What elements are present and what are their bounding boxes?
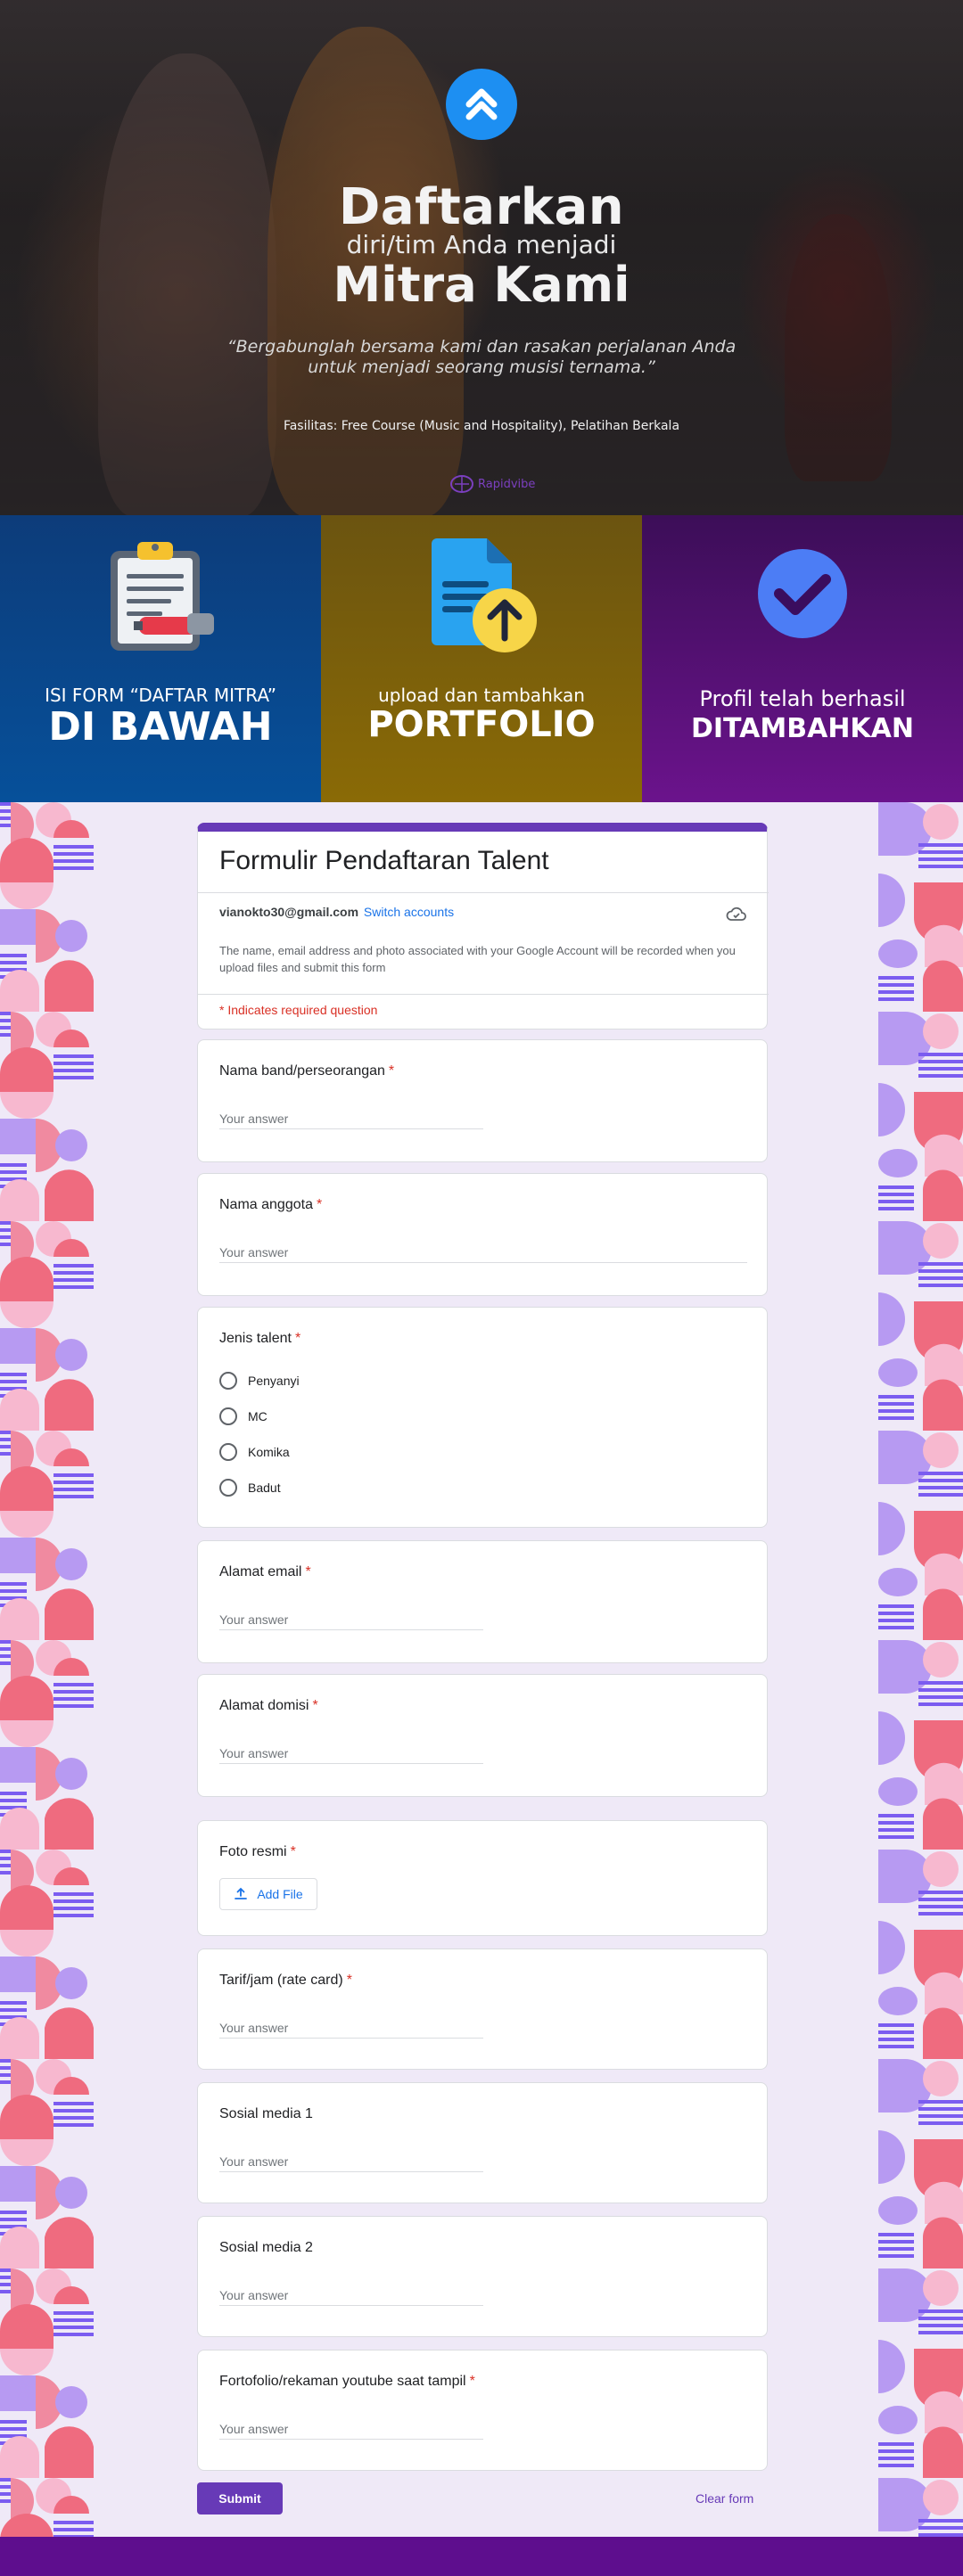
answer-input[interactable]: Your answer [219,1746,483,1764]
radio-option[interactable]: Penyanyi [219,1372,300,1390]
switch-accounts-link[interactable]: Switch accounts [364,905,454,919]
step3-text: Profil telah berhasil [699,686,906,711]
step-fill-form: ISI FORM “DAFTAR MITRA” DI BAWAH [0,515,321,802]
cloud-done-icon [726,907,746,921]
question-card: Fortofolio/rekaman youtube saat tampil * … [197,2350,768,2471]
form-header-card: Formulir Pendaftaran Talent vianokto30@g… [197,823,769,1030]
decorative-pattern-right [878,802,963,2537]
question-label: Nama anggota * [219,1197,323,1212]
radio-option[interactable]: MC [219,1407,268,1425]
answer-input[interactable]: Your answer [219,1112,483,1129]
question-card: Sosial media 1 Your answer [197,2082,768,2203]
radio-button[interactable] [219,1443,237,1461]
watermark-text: Rapidvibe [478,477,536,491]
account-notice: The name, email address and photo associ… [219,944,736,974]
hero-facilities: Fasilitas: Free Course (Music and Hospit… [283,419,680,433]
question-card: Tarif/jam (rate card) * Your answer [197,1948,768,2070]
question-label: Foto resmi * [219,1844,296,1859]
question-label: Sosial media 1 [219,2106,313,2121]
answer-input[interactable]: Your answer [219,1245,747,1263]
add-file-label: Add File [257,1887,303,1901]
account-email: vianokto30@gmail.com [219,905,359,919]
steps-banner: ISI FORM “DAFTAR MITRA” DI BAWAH upload … [0,515,963,802]
question-card: Nama anggota * Your answer [197,1173,768,1296]
step2-heading: PORTFOLIO [367,704,596,745]
step-profile-added: Profil telah berhasil DITAMBAHKAN [642,515,963,802]
check-circle-icon [758,549,847,638]
question-label: Fortofolio/rekaman youtube saat tampil * [219,2374,475,2389]
radio-button[interactable] [219,1372,237,1390]
question-label: Tarif/jam (rate card) * [219,1973,352,1988]
upload-icon [235,1887,248,1899]
question-card: Alamat email * Your answer [197,1540,768,1663]
question-card: Nama band/perseorangan * Your answer [197,1039,768,1162]
step3-heading: DITAMBAHKAN [690,713,915,744]
footer-bar [0,2537,963,2576]
answer-input[interactable]: Your answer [219,2021,483,2039]
answer-input[interactable]: Your answer [219,2288,483,2306]
notice-divider [198,994,769,995]
add-file-button[interactable]: Add File [219,1878,317,1910]
required-note: * Indicates required question [219,1003,378,1017]
question-card: Sosial media 2 Your answer [197,2216,768,2337]
submit-button[interactable]: Submit [197,2482,283,2514]
radio-label: Badut [248,1481,281,1495]
file-upload-icon [432,538,537,652]
radio-button[interactable] [219,1407,237,1425]
question-card: Jenis talent * Penyanyi MC Komika Badut [197,1307,768,1528]
brand-logo-icon [446,69,517,140]
question-card: Foto resmi * Add File [197,1820,768,1936]
step1-text: ISI FORM “DAFTAR MITRA” [45,685,276,706]
hero-banner: Daftarkan diri/tim Anda menjadi Mitra Ka… [0,0,963,515]
step-upload-portfolio: upload dan tambahkan PORTFOLIO [321,515,642,802]
answer-input[interactable]: Your answer [219,2422,483,2440]
question-label: Sosial media 2 [219,2240,313,2255]
radio-button[interactable] [219,1479,237,1497]
question-label: Alamat domisi * [219,1698,318,1713]
clipboard-icon [111,542,214,651]
radio-label: MC [248,1409,268,1423]
hero-title-secondary: Mitra Kami [333,257,630,313]
step2-text: upload dan tambahkan [378,685,585,706]
hero-watermark: Rapidvibe [449,474,535,494]
question-label: Alamat email * [219,1564,311,1579]
hero-quote: “Bergabunglah bersama kami dan rasakan p… [226,337,737,377]
radio-option[interactable]: Komika [219,1443,290,1461]
radio-label: Komika [248,1445,290,1459]
question-card: Alamat domisi * Your answer [197,1674,768,1797]
hero-title: Daftarkan [338,178,625,236]
header-divider [198,892,769,893]
radio-label: Penyanyi [248,1374,300,1388]
watermark-logo-icon [450,475,473,493]
step1-heading: DI BAWAH [48,704,273,750]
answer-input[interactable]: Your answer [219,1612,483,1630]
clear-form-button[interactable]: Clear form [696,2491,753,2506]
form-title: Formulir Pendaftaran Talent [219,846,549,875]
question-label: Jenis talent * [219,1331,301,1346]
decorative-pattern-left [0,802,94,2537]
question-label: Nama band/perseorangan * [219,1063,395,1079]
answer-input[interactable]: Your answer [219,2154,483,2172]
radio-option[interactable]: Badut [219,1479,281,1497]
hero-subtitle: diri/tim Anda menjadi [346,230,617,259]
account-info: vianokto30@gmail.com Switch accounts [219,905,454,919]
